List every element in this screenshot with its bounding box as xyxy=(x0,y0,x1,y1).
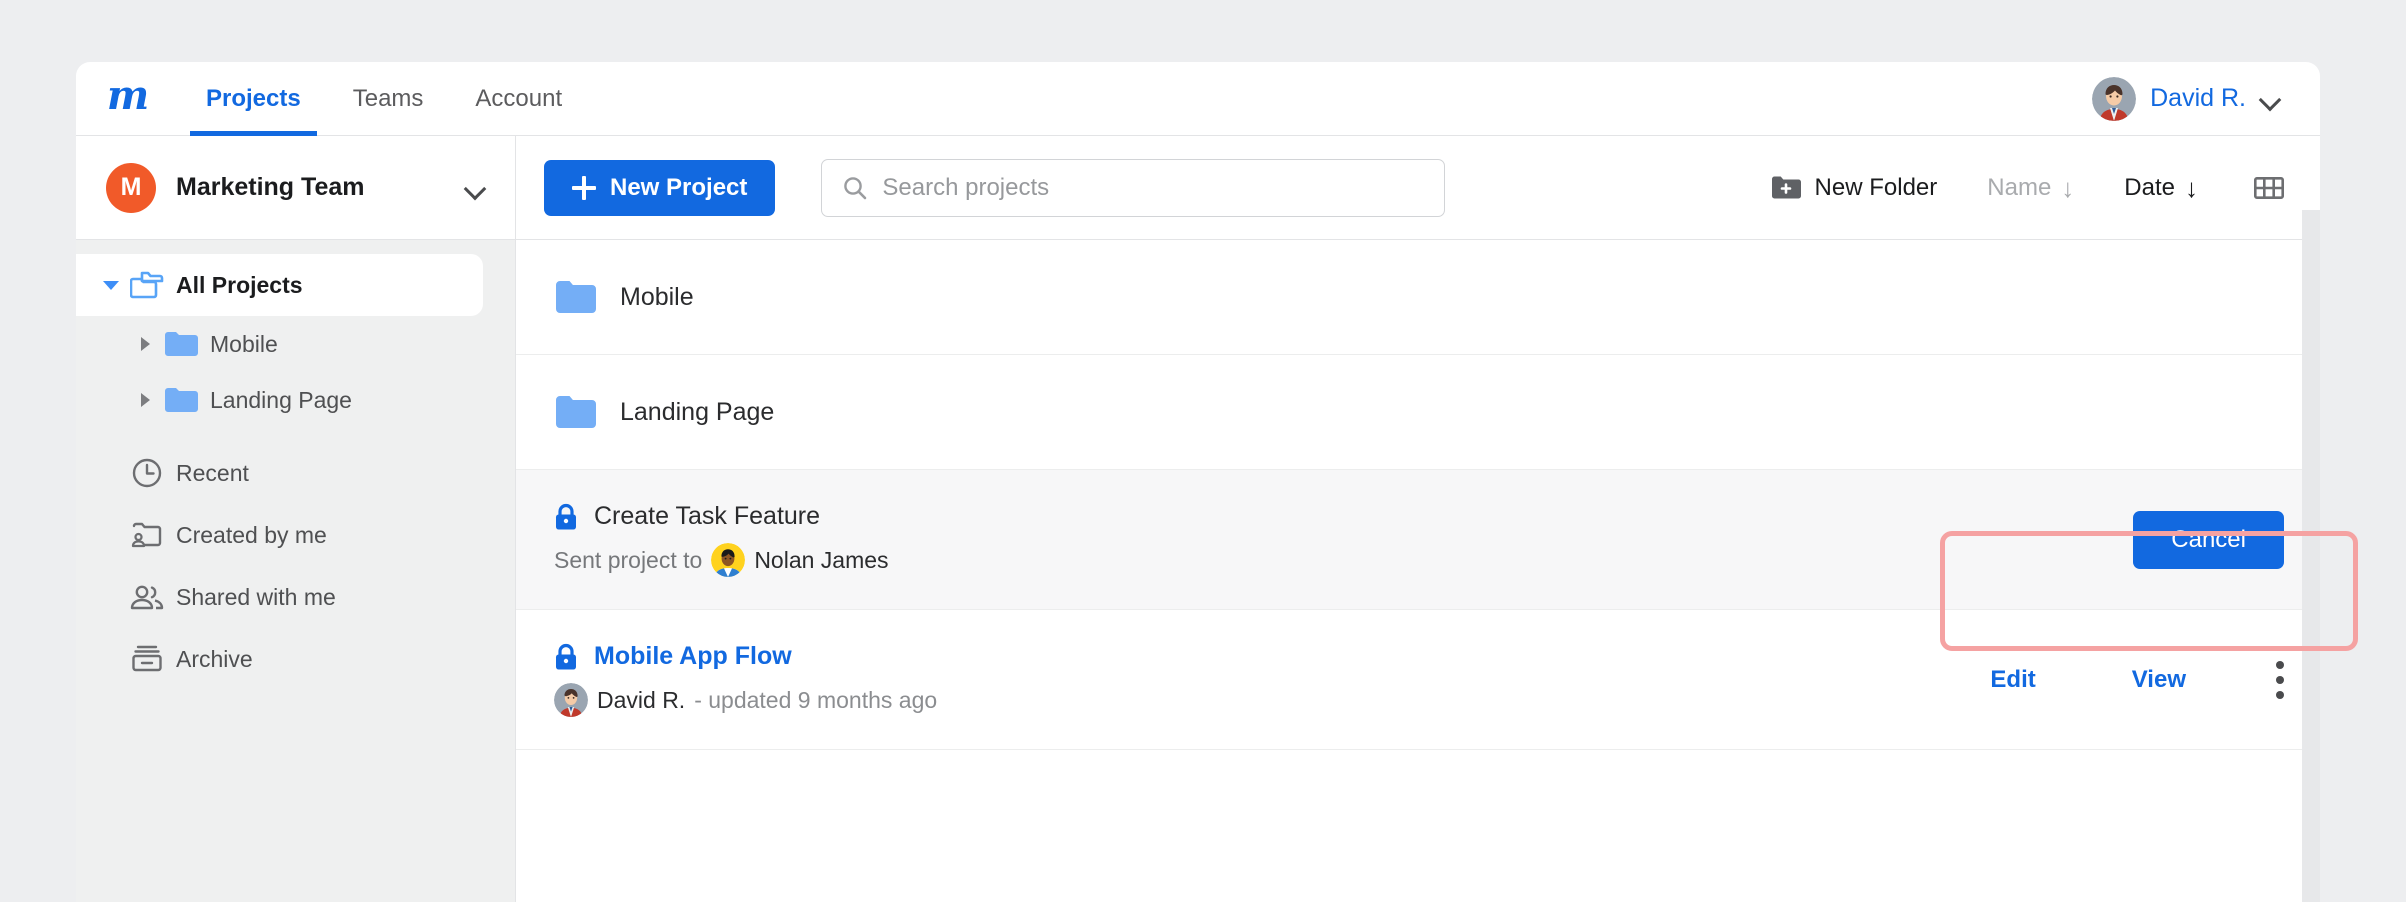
sort-by-date-button[interactable]: Date ↓ xyxy=(2124,174,2198,202)
table-row[interactable]: Create Task Feature Sent project to xyxy=(516,470,2320,610)
sidebar-item-all-projects-label: All Projects xyxy=(176,272,303,299)
row-subtitle-prefix: Sent project to xyxy=(554,547,702,574)
row-actions: Edit View xyxy=(1894,661,2284,699)
row-subtitle-timestamp: - updated 9 months ago xyxy=(694,687,937,714)
plus-icon xyxy=(572,176,596,200)
sidebar-item-recent-label: Recent xyxy=(176,460,249,487)
row-subtitle: David R. - updated 9 months ago xyxy=(554,683,937,717)
new-folder-label: New Folder xyxy=(1815,174,1938,202)
sidebar-item-recent[interactable]: Recent xyxy=(76,442,515,504)
edit-link[interactable]: Edit xyxy=(1990,666,2035,694)
sidebar-item-landing-page-label: Landing Page xyxy=(210,387,352,414)
sidebar-item-shared-with-me[interactable]: Shared with me xyxy=(76,566,515,628)
sidebar-nav: All Projects Mobile xyxy=(76,240,515,690)
user-name: David R. xyxy=(2150,84,2246,113)
clock-icon xyxy=(124,457,170,489)
sidebar-item-shared-with-me-label: Shared with me xyxy=(176,584,336,611)
sidebar-item-mobile[interactable]: Mobile xyxy=(76,316,515,372)
folder-icon xyxy=(158,330,204,358)
sidebar-item-archive-label: Archive xyxy=(176,646,253,673)
tab-projects-label: Projects xyxy=(206,85,301,113)
row-content: Mobile App Flow xyxy=(554,642,937,717)
people-icon xyxy=(124,582,170,612)
projects-list: Mobile Landing Page xyxy=(516,240,2320,750)
folder-icon xyxy=(554,394,598,430)
folders-icon xyxy=(124,270,170,300)
tab-account-label: Account xyxy=(475,85,562,113)
sort-by-date-label: Date xyxy=(2124,174,2175,202)
tab-projects[interactable]: Projects xyxy=(180,62,327,136)
new-folder-button[interactable]: New Folder xyxy=(1771,174,1938,202)
content-area: New Project New Folder xyxy=(516,136,2320,902)
disclosure-triangle-right-icon[interactable] xyxy=(132,393,158,407)
avatar xyxy=(711,543,745,577)
team-switcher[interactable]: M Marketing Team xyxy=(76,136,515,240)
chevron-down-icon xyxy=(2260,92,2282,105)
grid-view-icon xyxy=(2254,177,2284,199)
folder-name: Landing Page xyxy=(620,398,774,427)
row-subtitle-person: Nolan James xyxy=(754,547,888,574)
sidebar-item-archive[interactable]: Archive xyxy=(76,628,515,690)
projects-toolbar: New Project New Folder xyxy=(516,136,2320,240)
archive-icon xyxy=(124,644,170,674)
sidebar: M Marketing Team All Projects xyxy=(76,136,516,902)
sort-by-name-button[interactable]: Name ↓ xyxy=(1987,174,2074,202)
tab-account[interactable]: Account xyxy=(449,62,588,136)
sidebar-item-created-by-me-label: Created by me xyxy=(176,522,327,549)
arrow-down-icon: ↓ xyxy=(2061,175,2074,201)
new-project-label: New Project xyxy=(610,174,747,202)
toolbar-right-controls: New Folder Name ↓ Date ↓ xyxy=(1771,174,2284,202)
sidebar-item-all-projects[interactable]: All Projects xyxy=(76,254,483,316)
row-content: Create Task Feature Sent project to xyxy=(554,502,889,577)
tab-teams[interactable]: Teams xyxy=(327,62,450,136)
row-actions: Cancel xyxy=(2133,511,2284,569)
vertical-scrollbar[interactable] xyxy=(2302,210,2320,902)
grid-view-toggle[interactable] xyxy=(2254,177,2284,199)
user-menu[interactable]: David R. xyxy=(2092,77,2282,121)
avatar xyxy=(554,683,588,717)
app-body: M Marketing Team All Projects xyxy=(76,136,2320,902)
folder-icon xyxy=(554,279,598,315)
sidebar-item-mobile-label: Mobile xyxy=(210,331,278,358)
kebab-menu-icon[interactable] xyxy=(2276,661,2284,699)
project-title-link[interactable]: Mobile App Flow xyxy=(594,642,792,671)
disclosure-triangle-down-icon[interactable] xyxy=(98,281,124,290)
top-navigation-bar: m Projects Teams Account xyxy=(76,62,2320,136)
search-input[interactable] xyxy=(882,174,1424,202)
row-subtitle-person: David R. xyxy=(597,687,685,714)
team-name: Marketing Team xyxy=(176,173,465,202)
disclosure-triangle-right-icon[interactable] xyxy=(132,337,158,351)
sort-by-name-label: Name xyxy=(1987,174,2051,202)
tab-teams-label: Teams xyxy=(353,85,424,113)
folder-icon xyxy=(158,386,204,414)
search-icon xyxy=(842,175,868,201)
cancel-button[interactable]: Cancel xyxy=(2133,511,2284,569)
sidebar-item-created-by-me[interactable]: Created by me xyxy=(76,504,515,566)
row-title-line: Mobile App Flow xyxy=(554,642,937,671)
row-subtitle: Sent project to xyxy=(554,543,889,577)
lock-icon xyxy=(554,503,578,531)
lock-icon xyxy=(554,643,578,671)
sidebar-item-landing-page[interactable]: Landing Page xyxy=(76,372,515,428)
table-row[interactable]: Mobile xyxy=(516,240,2320,355)
arrow-down-icon: ↓ xyxy=(2185,175,2198,201)
avatar xyxy=(2092,77,2136,121)
project-title: Create Task Feature xyxy=(594,502,820,531)
row-title-line: Create Task Feature xyxy=(554,502,889,531)
folder-name: Mobile xyxy=(620,283,694,312)
chevron-down-icon[interactable] xyxy=(465,181,487,194)
app-window: m Projects Teams Account xyxy=(76,62,2320,902)
new-project-button[interactable]: New Project xyxy=(544,160,775,216)
folder-person-icon xyxy=(124,520,170,550)
table-row[interactable]: Mobile App Flow xyxy=(516,610,2320,750)
team-avatar: M xyxy=(106,163,156,213)
app-logo[interactable]: m xyxy=(76,76,180,122)
view-link[interactable]: View xyxy=(2132,666,2186,694)
table-row[interactable]: Landing Page xyxy=(516,355,2320,470)
folder-plus-icon xyxy=(1771,175,1801,201)
search-box[interactable] xyxy=(821,159,1445,217)
